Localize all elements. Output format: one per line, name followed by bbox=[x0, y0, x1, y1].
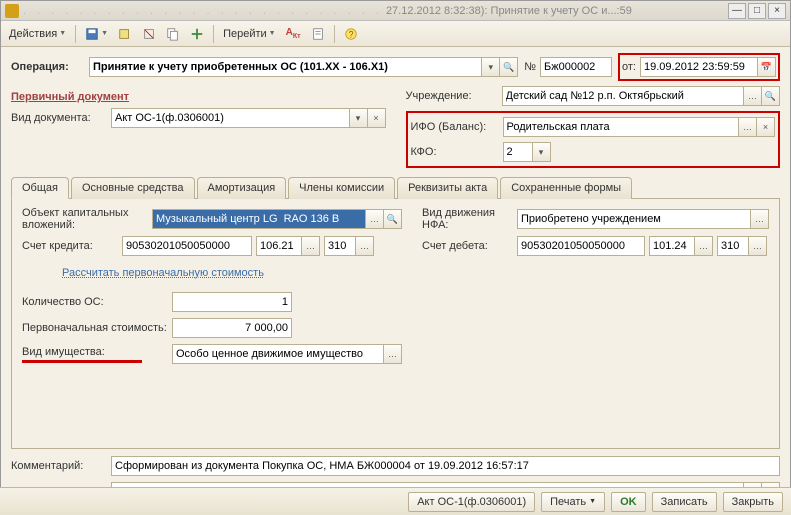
footer: Акт ОС-1(ф.0306001) Печать▼ OK Записать … bbox=[0, 487, 791, 515]
ifo-input[interactable] bbox=[503, 117, 740, 137]
toolbar-icon-2[interactable] bbox=[138, 24, 160, 44]
cost-label: Первоначальная стоимость: bbox=[22, 322, 172, 334]
ok-button[interactable]: OK bbox=[611, 492, 646, 512]
act-button[interactable]: Акт ОС-1(ф.0306001) bbox=[408, 492, 535, 512]
credit-sub-ellipsis[interactable]: … bbox=[302, 236, 320, 256]
cost-input[interactable] bbox=[172, 318, 292, 338]
toolbar-icon-6[interactable] bbox=[307, 24, 329, 44]
kfo-label: КФО: bbox=[411, 146, 503, 158]
move-label: Вид движения НФА: bbox=[422, 207, 517, 231]
org-ellipsis[interactable]: … bbox=[744, 86, 762, 106]
comment-input[interactable] bbox=[111, 456, 780, 476]
doc-type-dropdown[interactable]: ▾ bbox=[350, 108, 368, 128]
chevron-down-icon: ▼ bbox=[101, 30, 108, 37]
tab-act-details[interactable]: Реквизиты акта bbox=[397, 177, 498, 199]
tab-fixed-assets[interactable]: Основные средства bbox=[71, 177, 195, 199]
org-label: Учреждение: bbox=[406, 90, 502, 102]
doc-type-input[interactable] bbox=[111, 108, 350, 128]
credit-label: Счет кредита: bbox=[22, 240, 122, 252]
debit-label: Счет дебета: bbox=[422, 240, 517, 252]
obj-input[interactable] bbox=[152, 209, 366, 229]
svg-text:?: ? bbox=[348, 29, 353, 39]
qty-input[interactable] bbox=[172, 292, 292, 312]
move-input[interactable] bbox=[517, 209, 751, 229]
calc-cost-link[interactable]: Рассчитать первоначальную стоимость bbox=[62, 267, 264, 279]
date-input[interactable] bbox=[640, 57, 758, 77]
operation-search-button[interactable]: 🔍 bbox=[500, 57, 518, 77]
debit-extra-input[interactable] bbox=[717, 236, 749, 256]
move-ellipsis[interactable]: … bbox=[751, 209, 769, 229]
window-title: . . . . . . . . . . . . . . . . . . . . … bbox=[23, 5, 726, 17]
ifo-clear[interactable]: × bbox=[757, 117, 775, 137]
print-button[interactable]: Печать▼ bbox=[541, 492, 605, 512]
ifo-ellipsis[interactable]: … bbox=[739, 117, 757, 137]
qty-label: Количество ОС: bbox=[22, 296, 172, 308]
separator bbox=[75, 25, 76, 43]
maximize-button[interactable]: □ bbox=[748, 3, 766, 19]
credit-extra-input[interactable] bbox=[324, 236, 356, 256]
operation-dropdown-button[interactable]: ▾ bbox=[482, 57, 500, 77]
toolbar-icon-4[interactable] bbox=[186, 24, 208, 44]
save-icon-button[interactable]: ▼ bbox=[81, 24, 112, 44]
tab-general[interactable]: Общая bbox=[11, 177, 69, 199]
separator bbox=[334, 25, 335, 43]
tab-saved-forms[interactable]: Сохраненные формы bbox=[500, 177, 632, 199]
actions-menu[interactable]: Действия▼ bbox=[5, 24, 70, 44]
debit-sub-ellipsis[interactable]: … bbox=[695, 236, 713, 256]
obj-search[interactable]: 🔍 bbox=[384, 209, 402, 229]
doc-type-clear[interactable]: × bbox=[368, 108, 386, 128]
credit-sub-input[interactable] bbox=[256, 236, 302, 256]
ifo-label: ИФО (Баланс): bbox=[411, 121, 503, 133]
separator bbox=[213, 25, 214, 43]
operation-label: Операция: bbox=[11, 61, 89, 73]
date-label: от: bbox=[622, 61, 636, 73]
toolbar-icon-5[interactable]: АКт bbox=[282, 24, 305, 44]
minimize-button[interactable]: — bbox=[728, 3, 746, 19]
section-primary-doc-title: Первичный документ bbox=[11, 91, 386, 103]
kind-label: Вид имущества: bbox=[22, 346, 105, 358]
go-menu[interactable]: Перейти▼ bbox=[219, 24, 280, 44]
chevron-down-icon: ▼ bbox=[269, 30, 276, 37]
number-input[interactable] bbox=[540, 57, 612, 77]
toolbar-icon-3[interactable] bbox=[162, 24, 184, 44]
doc-type-label: Вид документа: bbox=[11, 112, 111, 124]
tab-depreciation[interactable]: Амортизация bbox=[197, 177, 287, 199]
toolbar: Действия▼ ▼ Перейти▼ АКт ? bbox=[1, 21, 790, 47]
credit-extra-ellipsis[interactable]: … bbox=[356, 236, 374, 256]
debit-account-input[interactable] bbox=[517, 236, 645, 256]
tab-commission[interactable]: Члены комиссии bbox=[288, 177, 395, 199]
tabs: Общая Основные средства Амортизация Член… bbox=[11, 176, 780, 199]
operation-row: Операция: ▾ 🔍 № от: 📅 bbox=[11, 53, 780, 81]
org-search[interactable]: 🔍 bbox=[762, 86, 780, 106]
debit-sub-input[interactable] bbox=[649, 236, 695, 256]
tab-general-body: Объект капитальных вложений: … 🔍 Счет кр… bbox=[11, 199, 780, 449]
close-window-button[interactable]: × bbox=[768, 3, 786, 19]
kfo-input[interactable] bbox=[503, 142, 533, 162]
date-picker-button[interactable]: 📅 bbox=[758, 57, 776, 77]
save-button[interactable]: Записать bbox=[652, 492, 717, 512]
titlebar: . . . . . . . . . . . . . . . . . . . . … bbox=[1, 1, 790, 21]
org-input[interactable] bbox=[502, 86, 745, 106]
toolbar-icon-1[interactable] bbox=[114, 24, 136, 44]
operation-select[interactable] bbox=[89, 57, 482, 77]
help-button[interactable]: ? bbox=[340, 24, 362, 44]
kind-input[interactable] bbox=[172, 344, 384, 364]
number-label: № bbox=[524, 61, 536, 73]
credit-account-input[interactable] bbox=[122, 236, 252, 256]
chevron-down-icon: ▼ bbox=[59, 30, 66, 37]
kind-ellipsis[interactable]: … bbox=[384, 344, 402, 364]
comment-label: Комментарий: bbox=[11, 460, 111, 472]
kfo-dropdown[interactable]: ▾ bbox=[533, 142, 551, 162]
app-icon bbox=[5, 4, 19, 18]
debit-extra-ellipsis[interactable]: … bbox=[749, 236, 767, 256]
obj-label: Объект капитальных вложений: bbox=[22, 207, 152, 231]
close-button[interactable]: Закрыть bbox=[723, 492, 783, 512]
obj-ellipsis[interactable]: … bbox=[366, 209, 384, 229]
